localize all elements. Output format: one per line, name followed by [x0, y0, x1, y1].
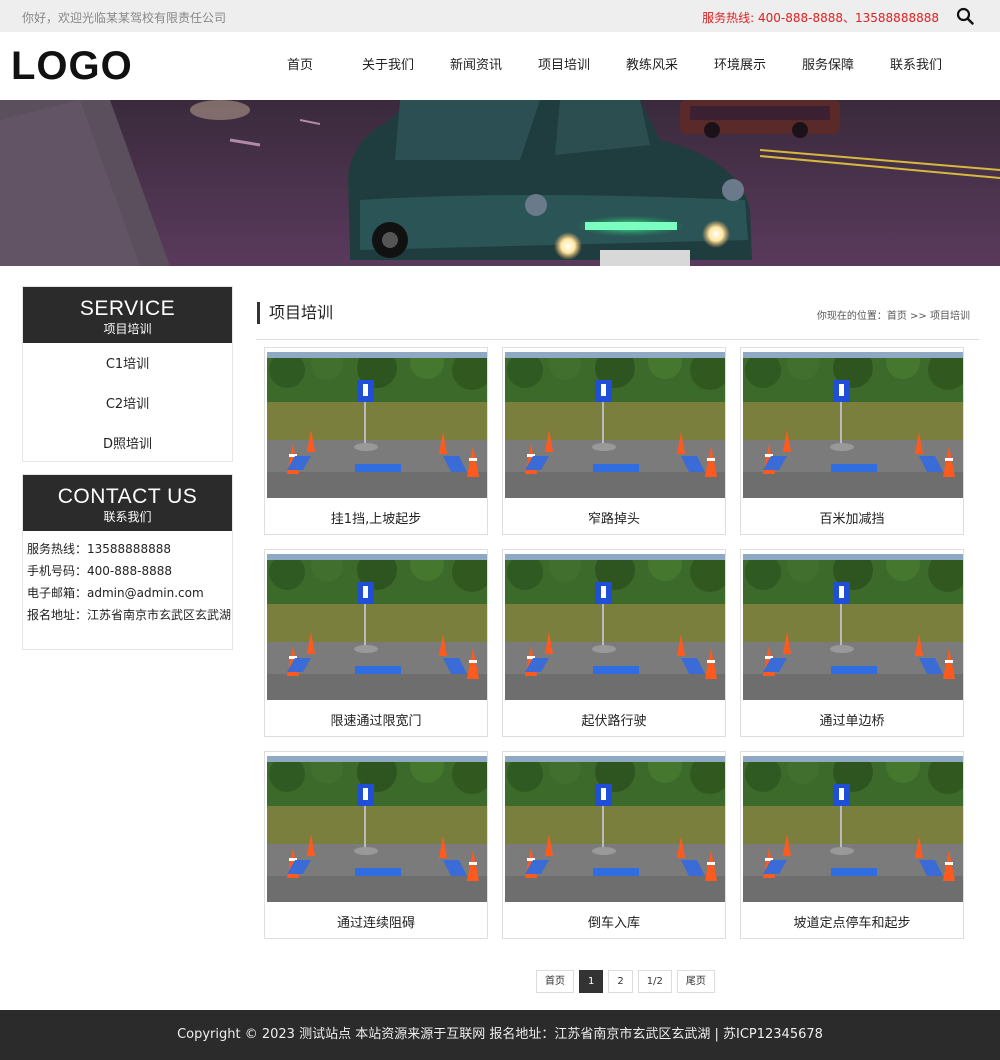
service-title-en: SERVICE [79, 297, 176, 320]
page-title: 项目培训 [257, 302, 333, 324]
banner-car-image [0, 100, 1000, 266]
hero-banner [0, 100, 1000, 266]
service-item-c2[interactable]: C2培训 [23, 387, 232, 427]
pagination-last[interactable]: 尾页 [676, 970, 715, 993]
training-card-image [743, 554, 963, 700]
training-card-caption: 限速通过限宽门 [330, 714, 422, 729]
main-nav: 首页 关于我们 新闻资讯 项目培训 教练风采 环境展示 服务保障 联系我们 [256, 32, 960, 100]
contact-title-cn: 联系我们 [103, 510, 152, 524]
training-card-image [505, 756, 725, 902]
training-card[interactable]: 起伏路行驶 [502, 549, 726, 737]
training-card-image [267, 352, 487, 498]
contact-mobile: 手机号码：400-888-8888 [27, 564, 173, 578]
training-card-image [743, 756, 963, 902]
site-footer: Copyright © 2023 测试站点 本站资源来源于互联网 报名地址：江苏… [0, 1010, 1000, 1060]
training-card-caption: 通过连续阻碍 [336, 916, 415, 931]
training-card-image [267, 756, 487, 902]
nav-item-about[interactable]: 关于我们 [344, 32, 432, 100]
nav-item-contact[interactable]: 联系我们 [872, 32, 960, 100]
contact-hotline: 服务热线：13588888888 [27, 542, 171, 556]
breadcrumb-current[interactable]: 项目培训 [930, 311, 970, 322]
service-title-cn: 项目培训 [103, 322, 152, 336]
service-item-d[interactable]: D照培训 [23, 427, 232, 467]
site-header: LOGO 首页 关于我们 新闻资讯 项目培训 教练风采 环境展示 服务保障 联系… [0, 32, 1000, 100]
breadcrumb-prefix: 你现在的位置： [816, 311, 887, 322]
training-card-image [267, 554, 487, 700]
nav-item-training[interactable]: 项目培训 [520, 32, 608, 100]
service-item-c1[interactable]: C1培训 [23, 347, 232, 387]
training-card[interactable]: 倒车入库 [502, 751, 726, 939]
nav-item-service[interactable]: 服务保障 [784, 32, 872, 100]
training-card-caption: 挂1挡,上坡起步 [330, 512, 422, 527]
training-card-image [743, 352, 963, 498]
contact-list: 服务热线：13588888888 手机号码：400-888-8888 电子邮箱：… [23, 531, 232, 626]
pagination-first[interactable]: 首页 [536, 970, 574, 993]
pagination-page-1[interactable]: 1 [579, 970, 604, 993]
contact-title-en: CONTACT US [57, 485, 198, 508]
training-card[interactable]: 窄路掉头 [502, 347, 726, 535]
site-logo[interactable]: LOGO [11, 46, 133, 86]
top-bar: 你好，欢迎光临某某驾校有限责任公司 服务热线: 400-888-8888、135… [0, 0, 1000, 32]
training-card-image [505, 554, 725, 700]
service-panel-header: SERVICE 项目培训 [23, 287, 232, 343]
search-icon[interactable] [956, 7, 974, 25]
pagination-page-2[interactable]: 2 [608, 970, 633, 993]
breadcrumb: 你现在的位置：首页 >> 项目培训 [817, 307, 970, 322]
training-card-caption: 通过单边桥 [819, 714, 885, 729]
contact-address: 报名地址：江苏省南京市玄武区玄武湖 [27, 608, 232, 622]
breadcrumb-home[interactable]: 首页 [887, 311, 907, 322]
training-card[interactable]: 挂1挡,上坡起步 [264, 347, 488, 535]
service-panel: SERVICE 项目培训 C1培训 C2培训 D照培训 [22, 286, 233, 462]
breadcrumb-separator: >> [906, 311, 930, 322]
nav-item-environment[interactable]: 环境展示 [696, 32, 784, 100]
training-card-image [505, 352, 725, 498]
training-card[interactable]: 坡道定点停车和起步 [740, 751, 964, 939]
training-card[interactable]: 限速通过限宽门 [264, 549, 488, 737]
training-card-caption: 百米加减挡 [819, 512, 885, 527]
footer-copyright: Copyright © 2023 测试站点 本站资源来源于互联网 报名地址：江苏… [177, 1027, 823, 1042]
training-card-caption: 坡道定点停车和起步 [793, 916, 911, 931]
training-card-caption: 窄路掉头 [587, 512, 640, 527]
training-card[interactable]: 通过单边桥 [740, 549, 964, 737]
contact-panel-header: CONTACT US 联系我们 [23, 475, 232, 531]
nav-item-coaches[interactable]: 教练风采 [608, 32, 696, 100]
training-card[interactable]: 通过连续阻碍 [264, 751, 488, 939]
pagination-status: 1/2 [637, 970, 672, 993]
service-list: C1培训 C2培训 D照培训 [23, 343, 232, 467]
training-card[interactable]: 百米加减挡 [740, 347, 964, 535]
contact-email: 电子邮箱：admin@admin.com [27, 586, 204, 600]
nav-item-home[interactable]: 首页 [256, 32, 344, 100]
pagination: 首页 1 2 1/2 尾页 [536, 970, 715, 993]
nav-item-news[interactable]: 新闻资讯 [432, 32, 520, 100]
contact-panel: CONTACT US 联系我们 服务热线：13588888888 手机号码：40… [22, 474, 233, 650]
training-card-caption: 起伏路行驶 [581, 714, 647, 729]
welcome-text: 你好，欢迎光临某某驾校有限责任公司 [22, 11, 227, 25]
hotline-text: 服务热线: 400-888-8888、13588888888 [702, 11, 939, 25]
training-card-caption: 倒车入库 [587, 916, 640, 931]
title-divider [256, 339, 979, 340]
